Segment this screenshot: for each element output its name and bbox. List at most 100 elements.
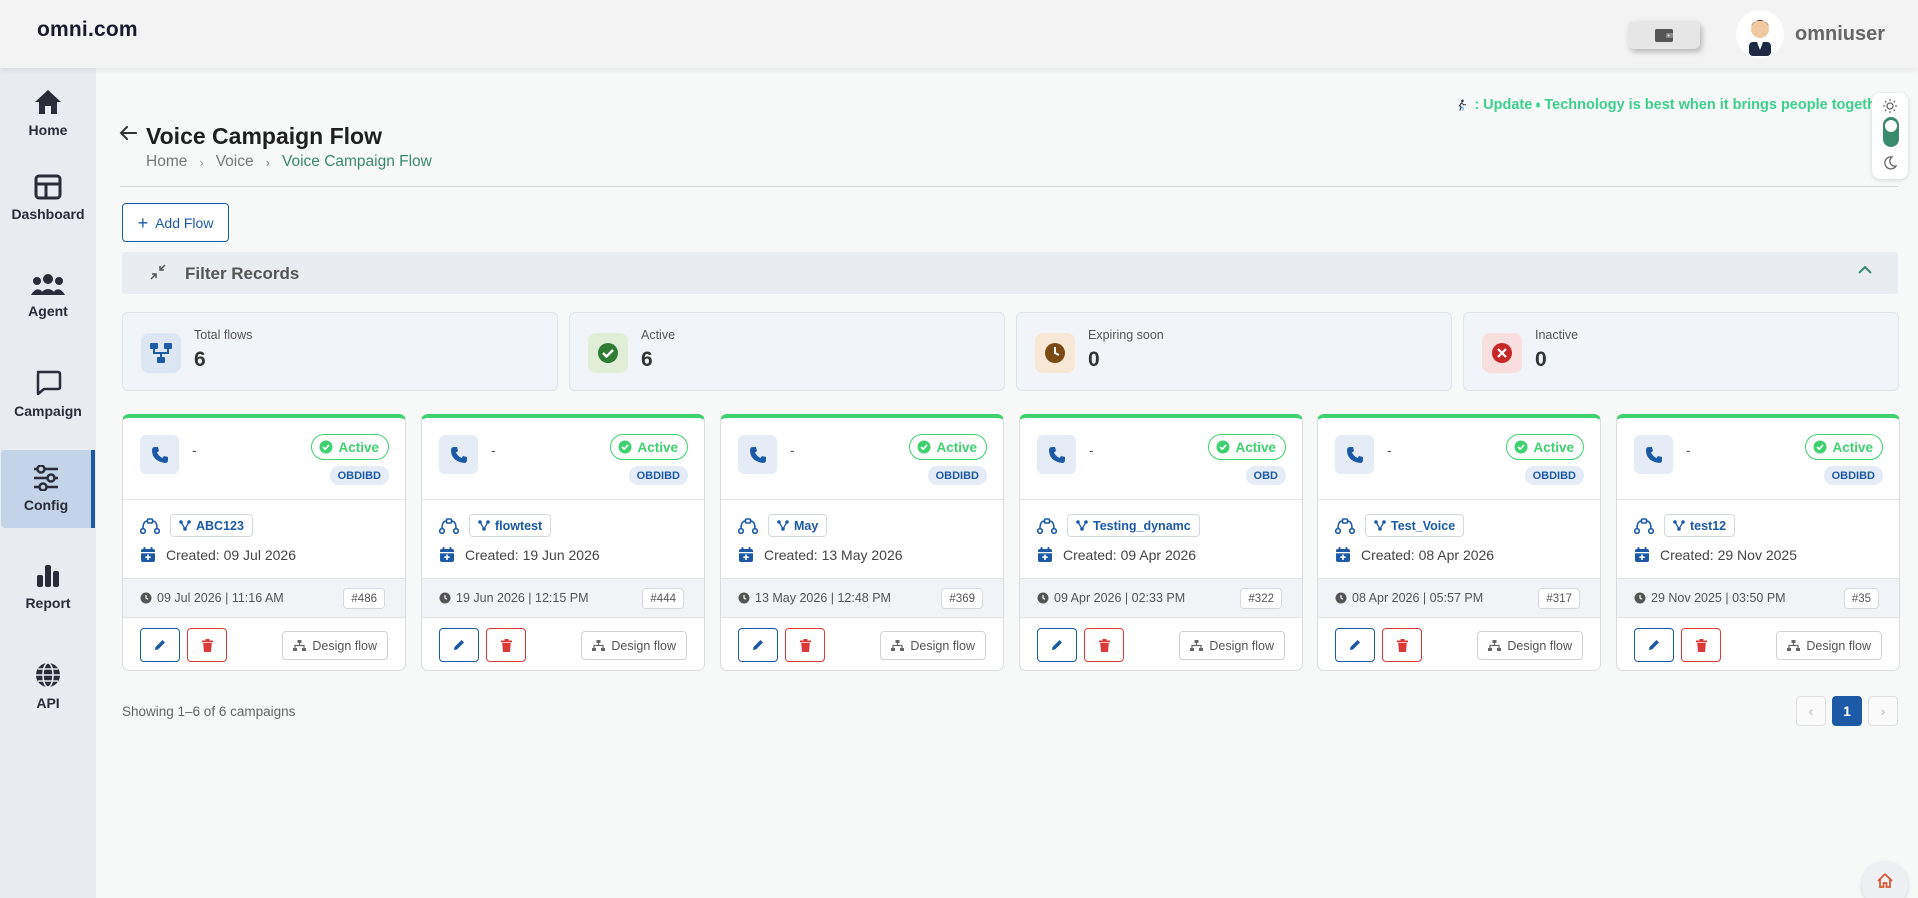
edit-button[interactable]	[1634, 628, 1674, 662]
avatar[interactable]	[1736, 10, 1784, 58]
delete-button[interactable]	[1084, 628, 1124, 662]
sitemap-icon	[592, 640, 606, 651]
flow-card-meta: 08 Apr 2026 | 05:57 PM #317	[1318, 578, 1600, 618]
sidebar-item-label: Config	[23, 497, 69, 513]
clock-icon	[1035, 333, 1075, 373]
sidebar-item-label: Home	[28, 122, 68, 138]
edit-button[interactable]	[1037, 628, 1077, 662]
flow-name-tag[interactable]: test12	[1664, 514, 1736, 537]
delete-button[interactable]	[1382, 628, 1422, 662]
design-flow-button[interactable]: Design flow	[1776, 631, 1882, 660]
flow-card-name: -	[192, 442, 197, 458]
delete-button[interactable]	[785, 628, 825, 662]
trash-icon	[1695, 638, 1707, 652]
flow-card-actions: Design flow	[123, 628, 405, 668]
sitemap-icon	[1374, 520, 1386, 531]
flow-icon	[141, 333, 181, 373]
user-name[interactable]: omniuser	[1795, 23, 1885, 46]
sidebar-item-config[interactable]: Config	[1, 450, 95, 528]
brand-logo[interactable]: omni.com	[37, 18, 138, 42]
stat-label: Active	[641, 328, 676, 342]
flow-path-icon	[1335, 517, 1355, 534]
clock-icon	[439, 592, 451, 604]
chevron-up-icon[interactable]	[1858, 265, 1872, 275]
flow-card[interactable]: - Active OBD Testing_dynamc Created: 09 …	[1019, 414, 1303, 671]
created-date-text: Created: 08 Apr 2026	[1361, 546, 1495, 563]
chevron-right-icon: ›	[265, 154, 270, 170]
sidebar-item-label: Dashboard	[11, 206, 85, 222]
sidebar-item-report[interactable]: Report	[0, 548, 96, 626]
flow-name-tag[interactable]: flowtest	[469, 514, 552, 537]
theme-toggle[interactable]	[1872, 93, 1908, 179]
edit-button[interactable]	[140, 628, 180, 662]
flow-row: Test_Voice	[1335, 514, 1465, 537]
design-flow-button[interactable]: Design flow	[282, 631, 388, 660]
edit-button[interactable]	[1335, 628, 1375, 662]
prev-page-button[interactable]: ‹	[1796, 696, 1826, 726]
sitemap-icon	[179, 520, 191, 531]
status-label: Active	[1832, 439, 1873, 455]
flow-id-badge: #322	[1240, 588, 1282, 609]
sitemap-icon	[1076, 520, 1088, 531]
flow-name-tag[interactable]: ABC123	[170, 514, 253, 537]
next-page-button[interactable]: ›	[1868, 696, 1898, 726]
flow-card[interactable]: - Active OBDIBD flowtest Created: 19 Jun…	[421, 414, 705, 671]
flow-name-tag[interactable]: Test_Voice	[1365, 514, 1465, 537]
clock-icon	[1634, 592, 1646, 604]
filter-records-bar[interactable]: Filter Records	[122, 252, 1898, 294]
delete-button[interactable]	[486, 628, 526, 662]
timestamp: 09 Jul 2026 | 11:16 AM	[140, 591, 284, 605]
home-shortcut-button[interactable]	[1862, 862, 1908, 898]
home-icon	[1877, 873, 1893, 888]
page-button-1[interactable]: 1	[1832, 696, 1862, 726]
edit-button[interactable]	[439, 628, 479, 662]
flow-path-icon	[439, 517, 459, 534]
phone-icon	[140, 435, 179, 474]
status-label: Active	[1235, 439, 1276, 455]
sidebar-item-home[interactable]: Home	[0, 74, 96, 152]
globe-icon	[36, 662, 60, 688]
design-flow-button[interactable]: Design flow	[581, 631, 687, 660]
flow-card[interactable]: - Active OBDIBD test12 Created: 29 Nov 2…	[1616, 414, 1900, 671]
flow-row: test12	[1634, 514, 1736, 537]
back-button[interactable]	[119, 124, 137, 147]
top-bar: omni.com omniuser	[0, 0, 1918, 68]
design-flow-button[interactable]: Design flow	[1477, 631, 1583, 660]
sidebar-item-api[interactable]: API	[0, 647, 96, 725]
flow-card-header: - Active OBDIBD	[1617, 418, 1899, 500]
trash-icon	[1396, 638, 1408, 652]
theme-switch-knob[interactable]	[1885, 120, 1897, 132]
breadcrumb-current: Voice Campaign Flow	[281, 153, 432, 170]
flow-name: Test_Voice	[1391, 518, 1456, 533]
delete-button[interactable]	[187, 628, 227, 662]
breadcrumb: Home › Voice › Voice Campaign Flow	[146, 153, 432, 171]
add-flow-button[interactable]: + Add Flow	[122, 203, 229, 242]
flow-card-header: - Active OBDIBD	[123, 418, 405, 500]
flow-card[interactable]: - Active OBDIBD Test_Voice Created: 08 A…	[1317, 414, 1601, 671]
flow-row: ABC123	[140, 514, 253, 537]
breadcrumb-home[interactable]: Home	[146, 153, 187, 171]
flow-card-header: - Active OBDIBD	[721, 418, 1003, 500]
edit-button[interactable]	[738, 628, 778, 662]
flow-card[interactable]: - Active OBDIBD ABC123 Created: 09 Jul 2…	[122, 414, 406, 671]
design-flow-button[interactable]: Design flow	[1179, 631, 1285, 660]
flow-name-tag[interactable]: Testing_dynamc	[1067, 514, 1200, 537]
created-date-text: Created: 13 May 2026	[764, 546, 903, 563]
sitemap-icon	[1673, 520, 1685, 531]
created-date: Created: 09 Apr 2026	[1037, 546, 1196, 563]
wallet-button[interactable]	[1628, 21, 1700, 49]
phone-icon	[738, 435, 777, 474]
sidebar-item-campaign[interactable]: Campaign	[0, 355, 96, 433]
timestamp-text: 19 Jun 2026 | 12:15 PM	[456, 591, 589, 605]
flow-name-tag[interactable]: May	[768, 514, 828, 537]
sitemap-icon	[1190, 640, 1204, 651]
sidebar-item-agent[interactable]: Agent	[0, 257, 96, 335]
flow-card[interactable]: - Active OBDIBD May Created: 13 May 2026…	[720, 414, 1004, 671]
sidebar-item-dashboard[interactable]: Dashboard	[0, 159, 96, 237]
flow-row: Testing_dynamc	[1037, 514, 1200, 537]
design-flow-button[interactable]: Design flow	[880, 631, 986, 660]
breadcrumb-voice[interactable]: Voice	[216, 153, 254, 171]
created-date-text: Created: 09 Apr 2026	[1063, 546, 1197, 563]
status-badge: Active	[1506, 434, 1584, 460]
delete-button[interactable]	[1681, 628, 1721, 662]
